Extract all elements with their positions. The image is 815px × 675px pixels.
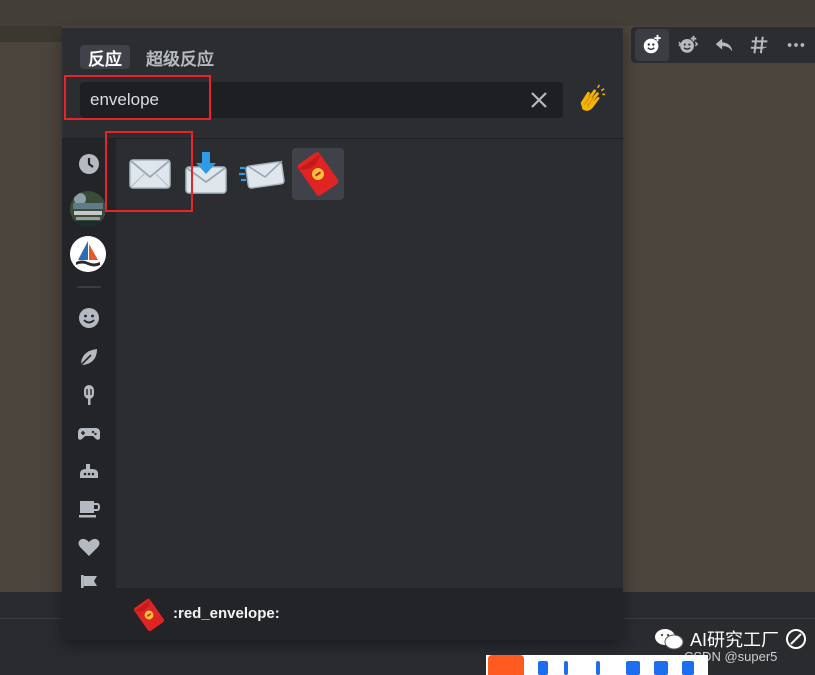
emoji-red-envelope[interactable] [292,148,344,200]
tab-reactions[interactable]: 反应 [80,45,130,69]
nature-category-button[interactable] [76,344,102,370]
background-strip [0,26,62,42]
ime-icon[interactable] [538,661,548,675]
symbols-category-button[interactable] [76,534,102,560]
emoji-envelope[interactable] [124,148,176,200]
picker-divider [62,138,623,139]
clear-search-icon[interactable] [529,90,549,110]
background-topbar [0,0,815,26]
reply-button[interactable] [707,29,741,61]
incoming-envelope-icon [239,160,285,189]
ime-icon[interactable] [626,661,640,675]
nature-leaf-icon [80,349,97,366]
server-avatar-1[interactable] [70,191,106,227]
sailboat-logo-icon [70,236,106,272]
emoji-preview-bar: :red_envelope: [62,588,623,640]
add-super-reaction-button[interactable] [671,29,705,61]
wechat-icon [655,629,684,650]
more-icon [787,43,805,47]
picker-tabs: 反应 超级反应 [80,45,222,69]
add-reaction-icon [643,34,661,54]
objects-cup-icon [79,501,101,518]
ime-toolbar [486,655,708,675]
category-rail [62,139,116,595]
emoji-preview-name: :red_envelope: [173,605,280,622]
ime-logo-icon [488,655,524,675]
emoji-results [124,148,344,200]
more-button[interactable] [779,29,813,61]
ime-icon[interactable] [564,661,568,675]
food-popsicle-icon [84,385,94,405]
people-smiley-icon [79,308,99,328]
ime-icon[interactable] [682,661,694,675]
envelope-icon [129,159,171,189]
activity-gamepad-icon [78,428,100,440]
message-action-bar [631,27,815,63]
add-super-reaction-icon [678,35,699,53]
red-envelope-icon [133,598,165,632]
skin-tone-button[interactable] [574,82,608,118]
watermark-logo-icon [786,629,807,649]
clapping-hands-icon [580,84,606,111]
emoji-envelope-with-arrow[interactable] [180,148,232,200]
people-category-button[interactable] [76,305,102,331]
create-thread-button[interactable] [743,29,777,61]
recent-category-button[interactable] [76,151,102,177]
tab-super-reactions[interactable]: 超级反应 [138,45,222,69]
emoji-incoming-envelope[interactable] [236,148,288,200]
reply-icon [715,38,733,52]
emoji-picker: 反应 超级反应 envelope:red_envelope: [62,28,623,640]
ime-icon[interactable] [654,661,668,675]
travel-category-button[interactable] [76,458,102,484]
rail-separator [77,286,101,288]
search-box [80,82,563,118]
server-avatar-2[interactable] [70,236,106,272]
server-1-icon [70,191,106,227]
food-category-button[interactable] [76,382,102,408]
envelope-with-arrow-icon [185,152,227,194]
activity-category-button[interactable] [76,420,102,446]
create-thread-icon [750,36,771,55]
add-reaction-button[interactable] [635,29,669,61]
symbols-heart-icon [78,538,100,556]
search-input[interactable] [90,82,510,118]
red-envelope-icon [297,152,339,196]
recent-clock-icon [79,154,99,174]
ime-icon[interactable] [596,661,600,675]
objects-category-button[interactable] [76,496,102,522]
travel-submarine-icon [80,464,98,478]
